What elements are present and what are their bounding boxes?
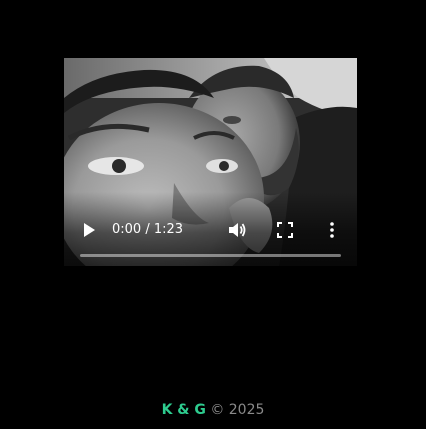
play-button[interactable] [80, 221, 98, 239]
fullscreen-icon[interactable] [276, 221, 294, 239]
more-options-button[interactable] [326, 221, 338, 239]
play-icon[interactable] [80, 221, 98, 239]
footer-brand: K & G [161, 402, 206, 418]
footer: K & G © 2025 [0, 401, 426, 419]
time-separator: / [141, 222, 154, 237]
page: 0:00 / 1:23 K & G © 2025 [0, 0, 426, 429]
fullscreen-button[interactable] [276, 221, 294, 239]
video-player[interactable]: 0:00 / 1:23 [64, 58, 357, 266]
footer-copyright: © 2025 [210, 402, 265, 418]
volume-button[interactable] [227, 220, 247, 240]
more-vert-icon[interactable] [326, 221, 338, 239]
progress-bar[interactable] [80, 254, 341, 257]
volume-icon[interactable] [227, 220, 247, 240]
time-display: 0:00 / 1:23 [112, 222, 183, 238]
duration: 1:23 [153, 222, 184, 237]
current-time: 0:00 [112, 222, 142, 237]
